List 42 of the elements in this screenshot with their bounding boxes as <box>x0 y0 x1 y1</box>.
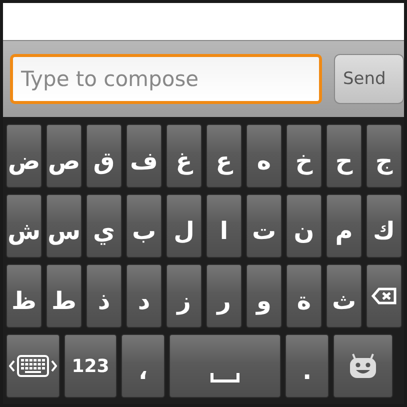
letter-key[interactable]: ر <box>206 264 242 328</box>
letter-key[interactable]: ج <box>366 124 402 188</box>
letter-key[interactable]: ز <box>166 264 202 328</box>
space-key[interactable] <box>169 334 281 398</box>
send-button[interactable]: Send <box>334 54 404 104</box>
letter-key[interactable]: م <box>326 194 362 258</box>
letter-key[interactable]: ن <box>286 194 322 258</box>
letter-key[interactable]: ث <box>326 264 362 328</box>
letter-key[interactable]: ة <box>286 264 322 328</box>
letter-key[interactable]: ذ <box>86 264 122 328</box>
letter-key[interactable]: ل <box>166 194 202 258</box>
letter-key[interactable]: ص <box>46 124 82 188</box>
letter-key[interactable]: ك <box>366 194 402 258</box>
letter-key[interactable]: غ <box>166 124 202 188</box>
letter-key[interactable]: ح <box>326 124 362 188</box>
punctuation-key[interactable]: ، <box>121 334 165 398</box>
backspace-key[interactable] <box>366 264 402 328</box>
punctuation-key[interactable]: . <box>285 334 329 398</box>
letter-key[interactable]: ي <box>86 194 122 258</box>
letter-key[interactable]: خ <box>286 124 322 188</box>
letter-key[interactable]: ب <box>126 194 162 258</box>
letter-key[interactable]: ق <box>86 124 122 188</box>
letter-key[interactable]: ظ <box>6 264 42 328</box>
letter-key[interactable]: ا <box>206 194 242 258</box>
letter-key[interactable]: ض <box>6 124 42 188</box>
keyboard-switch-key[interactable] <box>6 334 60 398</box>
letter-key[interactable]: و <box>246 264 282 328</box>
letter-key[interactable]: ع <box>206 124 242 188</box>
letter-key[interactable]: ش <box>6 194 42 258</box>
letter-key[interactable]: د <box>126 264 162 328</box>
letter-key[interactable]: ه <box>246 124 282 188</box>
space-icon <box>210 373 240 383</box>
letter-key[interactable]: ف <box>126 124 162 188</box>
numbers-key[interactable]: 123 <box>64 334 117 398</box>
letter-key[interactable]: ت <box>246 194 282 258</box>
letter-key[interactable]: س <box>46 194 82 258</box>
android-face-icon <box>349 353 377 379</box>
compose-field[interactable]: Type to compose <box>10 54 322 104</box>
keyboard-icon <box>9 353 57 379</box>
letter-key[interactable]: ط <box>46 264 82 328</box>
backspace-icon <box>371 287 397 305</box>
emoji-key[interactable] <box>333 334 393 398</box>
